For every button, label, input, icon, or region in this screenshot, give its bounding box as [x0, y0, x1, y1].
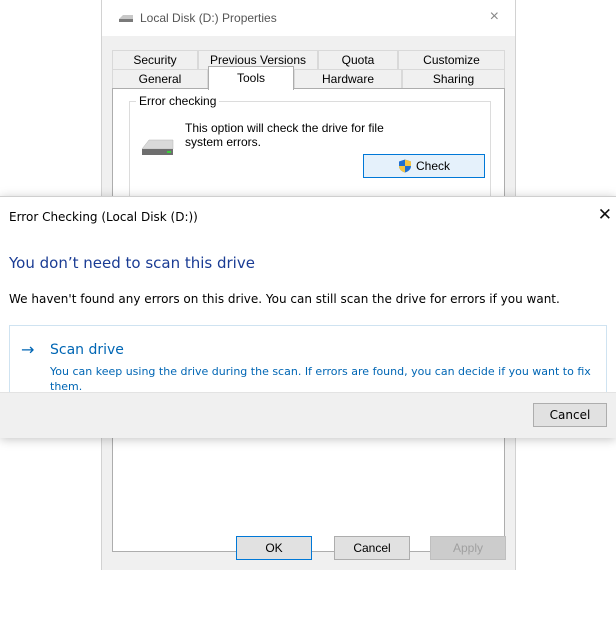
error-checking-description: This option will check the drive for fil… — [185, 121, 384, 149]
properties-titlebar: Local Disk (D:) Properties × — [102, 0, 515, 36]
tab-general[interactable]: General — [112, 69, 208, 88]
arrow-right-icon: → — [21, 340, 35, 359]
dialog-heading: You don’t need to scan this drive — [9, 254, 255, 272]
tab-hardware[interactable]: Hardware — [294, 69, 402, 88]
close-icon[interactable]: ✕ — [598, 206, 612, 224]
properties-title: Local Disk (D:) Properties — [140, 11, 277, 25]
check-button[interactable]: Check — [363, 154, 485, 178]
tab-quota[interactable]: Quota — [318, 50, 398, 69]
scan-drive-title: Scan drive — [50, 342, 124, 358]
apply-button[interactable]: Apply — [430, 536, 506, 560]
drive-icon — [119, 15, 133, 22]
cancel-button[interactable]: Cancel — [334, 536, 410, 560]
dialog-cancel-button[interactable]: Cancel — [533, 403, 607, 427]
scan-drive-description: You can keep using the drive during the … — [50, 365, 591, 393]
tab-security[interactable]: Security — [112, 50, 198, 69]
uac-shield-icon — [398, 159, 411, 173]
dialog-title: Error Checking (Local Disk (D:)) — [9, 210, 198, 224]
error-checking-dialog: Error Checking (Local Disk (D:)) ✕ You d… — [0, 196, 616, 438]
check-button-label: Check — [415, 159, 450, 173]
error-checking-legend: Error checking — [136, 94, 220, 108]
close-icon[interactable]: × — [490, 8, 499, 26]
ok-button[interactable]: OK — [236, 536, 312, 560]
tab-sharing[interactable]: Sharing — [402, 69, 505, 88]
dialog-message: We haven't found any errors on this driv… — [9, 292, 560, 306]
tab-tools[interactable]: Tools — [208, 66, 294, 90]
tab-customize[interactable]: Customize — [398, 50, 505, 69]
dialog-footer: Cancel — [0, 392, 616, 438]
drive-icon — [141, 139, 174, 155]
